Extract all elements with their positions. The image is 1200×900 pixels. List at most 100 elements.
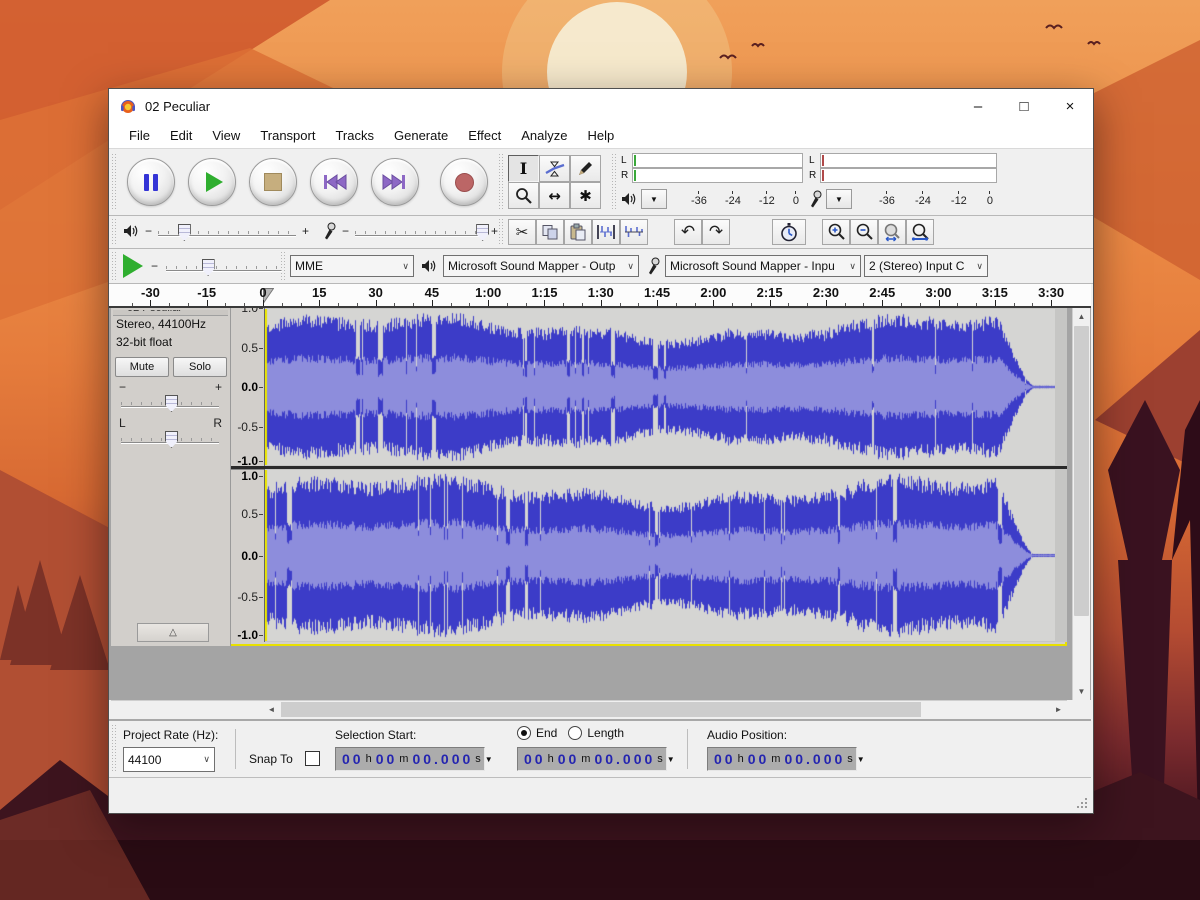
length-radio-label[interactable]: Length xyxy=(587,726,624,740)
mixer-toolbar-grip[interactable] xyxy=(112,219,117,246)
pause-button[interactable] xyxy=(127,158,175,206)
minimize-button[interactable]: – xyxy=(955,89,1001,123)
waveform-right-channel[interactable] xyxy=(265,470,1055,641)
record-button[interactable] xyxy=(440,158,488,206)
zoom-in-button[interactable] xyxy=(822,219,850,245)
selection-tool-button[interactable]: I xyxy=(508,155,539,182)
end-radio[interactable] xyxy=(517,726,531,740)
selection-start-field[interactable]: 00h00m00.000s▼ xyxy=(335,747,485,771)
recording-meter-left-label: L xyxy=(809,153,820,168)
menu-generate[interactable]: Generate xyxy=(384,128,458,143)
time-field-dropdown-icon[interactable]: ▼ xyxy=(857,755,865,764)
undo-button[interactable]: ↶ xyxy=(674,219,702,245)
track-control-panel[interactable]: 02 Peculiar Stereo, 44100Hz 32-bit float… xyxy=(111,308,231,646)
trim-audio-button[interactable] xyxy=(592,219,620,245)
recording-volume-thumb[interactable] xyxy=(476,224,489,241)
play-speed-thumb[interactable] xyxy=(202,259,215,276)
track-format-line2: 32-bit float xyxy=(116,335,172,349)
selection-start-label: Selection Start: xyxy=(335,728,416,742)
collapse-track-button[interactable]: △ xyxy=(137,623,209,642)
input-channels-select[interactable]: 2 (Stereo) Input C∨ xyxy=(864,255,988,277)
play-button[interactable] xyxy=(188,158,236,206)
waveform-left-channel[interactable] xyxy=(265,309,1055,465)
audacity-window: 02 Peculiar – □ × File Edit View Transpo… xyxy=(108,88,1094,814)
device-toolbar-grip[interactable] xyxy=(281,252,286,281)
envelope-tool-button[interactable] xyxy=(539,155,570,182)
gain-thumb[interactable] xyxy=(165,395,178,412)
gain-slider[interactable] xyxy=(121,392,219,412)
playback-meter[interactable]: L R ▼ -36-24-120 xyxy=(621,153,803,211)
scroll-right-arrow[interactable]: ► xyxy=(1050,701,1067,718)
edit-toolbar-grip[interactable] xyxy=(499,219,504,246)
time-field-dropdown-icon[interactable]: ▼ xyxy=(485,755,493,764)
skip-to-start-button[interactable] xyxy=(310,158,358,206)
recording-meter[interactable]: L R ▼ -36-24-120 xyxy=(809,153,997,211)
stop-button[interactable] xyxy=(249,158,297,206)
vertical-scroll-thumb[interactable] xyxy=(1074,326,1089,616)
toolbar-row-3: − + MME∨ Microsoft Sound Mapper - Outp∨ … xyxy=(109,249,1093,284)
scroll-left-arrow[interactable]: ◄ xyxy=(263,701,280,718)
selection-end-field[interactable]: 00h00m00.000s▼ xyxy=(517,747,667,771)
menu-file[interactable]: File xyxy=(119,128,160,143)
length-radio[interactable] xyxy=(568,726,582,740)
menu-view[interactable]: View xyxy=(202,128,250,143)
maximize-button[interactable]: □ xyxy=(1001,89,1047,123)
audio-host-select[interactable]: MME∨ xyxy=(290,255,414,277)
pan-thumb[interactable] xyxy=(165,431,178,448)
menu-tracks[interactable]: Tracks xyxy=(325,128,384,143)
sync-lock-button[interactable] xyxy=(772,219,806,245)
fit-selection-button[interactable] xyxy=(878,219,906,245)
timeshift-tool-button[interactable]: ↔ xyxy=(539,182,570,209)
play-at-speed-button[interactable] xyxy=(123,254,143,278)
zoom-tool-button[interactable] xyxy=(508,182,539,209)
mute-button[interactable]: Mute xyxy=(115,357,169,377)
menu-edit[interactable]: Edit xyxy=(160,128,202,143)
cut-button[interactable]: ✂ xyxy=(508,219,536,245)
transport-toolbar-grip[interactable] xyxy=(112,154,117,209)
recording-volume-slider[interactable] xyxy=(355,221,485,241)
scroll-up-arrow[interactable]: ▲ xyxy=(1073,308,1090,325)
vertical-scrollbar[interactable]: ▲ ▼ xyxy=(1072,308,1090,700)
horizontal-scroll-thumb[interactable] xyxy=(281,702,921,717)
selection-toolbar-grip[interactable] xyxy=(112,725,117,772)
multi-tool-button[interactable]: ✱ xyxy=(570,182,601,209)
time-field-dropdown-icon[interactable]: ▼ xyxy=(667,755,675,764)
menu-transport[interactable]: Transport xyxy=(250,128,325,143)
redo-button[interactable]: ↷ xyxy=(702,219,730,245)
silence-audio-button[interactable] xyxy=(620,219,648,245)
solo-button[interactable]: Solo xyxy=(173,357,227,377)
horizontal-scrollbar[interactable]: ◄ ► xyxy=(111,700,1067,719)
playback-meter-left-bar xyxy=(632,153,803,168)
recording-meter-dropdown[interactable]: ▼ xyxy=(826,189,852,209)
playback-meter-grip[interactable] xyxy=(612,154,617,209)
input-device-select[interactable]: Microsoft Sound Mapper - Inpu∨ xyxy=(665,255,861,277)
skip-to-end-button[interactable] xyxy=(371,158,419,206)
end-radio-label[interactable]: End xyxy=(536,726,557,740)
waveform-left-channel-box xyxy=(264,308,1067,466)
resize-grip[interactable] xyxy=(1075,796,1087,808)
scroll-down-arrow[interactable]: ▼ xyxy=(1073,683,1090,700)
track-title-row-clipped[interactable]: 02 Peculiar xyxy=(113,310,228,316)
playback-meter-dropdown[interactable]: ▼ xyxy=(641,189,667,209)
project-rate-select[interactable]: 44100∨ xyxy=(123,747,215,772)
draw-tool-button[interactable] xyxy=(570,155,601,182)
menu-help[interactable]: Help xyxy=(577,128,624,143)
audio-position-field[interactable]: 00h00m00.000s▼ xyxy=(707,747,857,771)
close-button[interactable]: × xyxy=(1047,89,1093,123)
playback-volume-slider[interactable] xyxy=(158,221,296,241)
timeline-ruler[interactable]: -30-1501530451:001:151:301:452:002:152:3… xyxy=(109,284,1091,308)
zoom-out-button[interactable] xyxy=(850,219,878,245)
pan-slider[interactable] xyxy=(121,428,219,448)
play-speed-slider[interactable] xyxy=(166,256,282,276)
menu-analyze[interactable]: Analyze xyxy=(511,128,577,143)
copy-button[interactable] xyxy=(536,219,564,245)
playback-volume-thumb[interactable] xyxy=(178,224,191,241)
paste-button[interactable] xyxy=(564,219,592,245)
tools-toolbar-grip[interactable] xyxy=(499,154,504,209)
titlebar[interactable]: 02 Peculiar – □ × xyxy=(109,89,1093,123)
output-device-select[interactable]: Microsoft Sound Mapper - Outp∨ xyxy=(443,255,639,277)
menu-effect[interactable]: Effect xyxy=(458,128,511,143)
fit-project-button[interactable] xyxy=(906,219,934,245)
snap-to-checkbox[interactable] xyxy=(305,751,320,766)
play-speed-toolbar-grip[interactable] xyxy=(112,252,117,281)
